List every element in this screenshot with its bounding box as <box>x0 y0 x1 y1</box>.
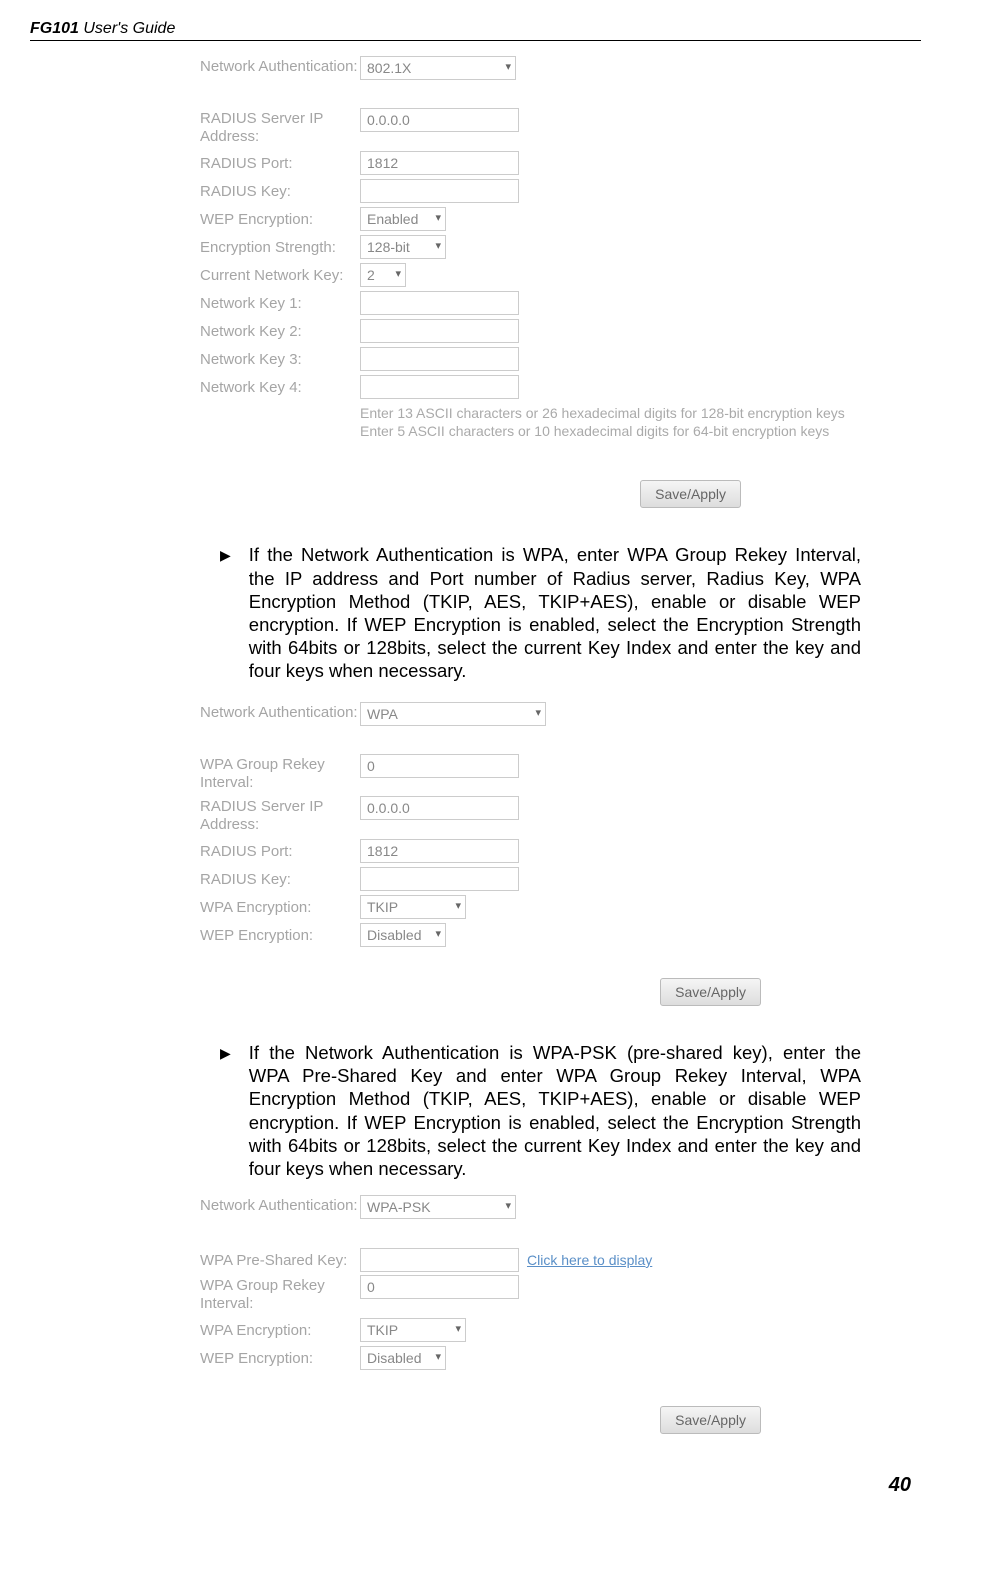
save-apply-button[interactable]: Save/Apply <box>640 480 741 508</box>
label-nk3: Network Key 3: <box>200 349 360 369</box>
label-current-key: Current Network Key: <box>200 265 360 285</box>
label-rekey: WPA Group Rekey Interval: <box>200 1275 360 1313</box>
doc-subtitle: User's Guide <box>79 20 175 37</box>
label-nk2: Network Key 2: <box>200 321 360 341</box>
input-nk1[interactable] <box>360 291 519 315</box>
hint-128bit: Enter 13 ASCII characters or 26 hexadeci… <box>360 404 921 422</box>
input-radius-key[interactable] <box>360 179 519 203</box>
select-netauth[interactable]: WPA <box>360 702 546 726</box>
label-netauth: Network Authentication: <box>200 56 360 76</box>
label-wpa-enc: WPA Encryption: <box>200 1320 360 1340</box>
label-radius-port: RADIUS Port: <box>200 841 360 861</box>
select-wep-enc[interactable]: Disabled <box>360 1346 446 1370</box>
select-wep-enc[interactable]: Disabled <box>360 923 446 947</box>
paragraph-wpa: ▶ If the Network Authentication is WPA, … <box>220 543 861 682</box>
select-netauth[interactable]: 802.1X <box>360 56 516 80</box>
select-enc-strength[interactable]: 128-bit <box>360 235 446 259</box>
label-netauth: Network Authentication: <box>200 702 360 722</box>
input-rekey[interactable]: 0 <box>360 1275 519 1299</box>
label-wep-enc: WEP Encryption: <box>200 925 360 945</box>
save-apply-button[interactable]: Save/Apply <box>660 978 761 1006</box>
form-wpa: Network Authentication: WPA WPA Group Re… <box>200 702 921 1006</box>
label-radius-port: RADIUS Port: <box>200 153 360 173</box>
input-radius-ip[interactable]: 0.0.0.0 <box>360 108 519 132</box>
input-nk3[interactable] <box>360 347 519 371</box>
select-current-key[interactable]: 2 <box>360 263 406 287</box>
label-psk: WPA Pre-Shared Key: <box>200 1250 360 1270</box>
form-wpa-psk: Network Authentication: WPA-PSK WPA Pre-… <box>200 1195 921 1434</box>
label-enc-strength: Encryption Strength: <box>200 237 360 257</box>
bullet-icon: ▶ <box>220 547 231 682</box>
input-nk4[interactable] <box>360 375 519 399</box>
label-netauth: Network Authentication: <box>200 1195 360 1215</box>
page-header: FG101 User's Guide <box>30 20 921 41</box>
select-wpa-enc[interactable]: TKIP <box>360 1318 466 1342</box>
label-radius-key: RADIUS Key: <box>200 181 360 201</box>
label-nk4: Network Key 4: <box>200 377 360 397</box>
page-number: 40 <box>30 1474 921 1497</box>
input-radius-port[interactable]: 1812 <box>360 839 519 863</box>
label-wep-enc: WEP Encryption: <box>200 1348 360 1368</box>
label-wpa-enc: WPA Encryption: <box>200 897 360 917</box>
label-radius-key: RADIUS Key: <box>200 869 360 889</box>
input-psk[interactable] <box>360 1248 519 1272</box>
input-radius-ip[interactable]: 0.0.0.0 <box>360 796 519 820</box>
label-nk1: Network Key 1: <box>200 293 360 313</box>
input-nk2[interactable] <box>360 319 519 343</box>
bullet-icon: ▶ <box>220 1045 231 1180</box>
paragraph-wpa-text: If the Network Authentication is WPA, en… <box>249 543 861 682</box>
hint-64bit: Enter 5 ASCII characters or 10 hexadecim… <box>360 422 921 440</box>
display-key-link[interactable]: Click here to display <box>527 1252 652 1268</box>
paragraph-wpa-psk: ▶ If the Network Authentication is WPA-P… <box>220 1041 861 1180</box>
label-radius-ip: RADIUS Server IP Address: <box>200 108 360 146</box>
form-8021x: Network Authentication: 802.1X RADIUS Se… <box>200 56 921 508</box>
select-netauth[interactable]: WPA-PSK <box>360 1195 516 1219</box>
input-radius-key[interactable] <box>360 867 519 891</box>
label-radius-ip: RADIUS Server IP Address: <box>200 796 360 834</box>
select-wep-enc[interactable]: Enabled <box>360 207 446 231</box>
input-radius-port[interactable]: 1812 <box>360 151 519 175</box>
label-wep-enc: WEP Encryption: <box>200 209 360 229</box>
input-rekey[interactable]: 0 <box>360 754 519 778</box>
label-rekey: WPA Group Rekey Interval: <box>200 754 360 792</box>
paragraph-wpa-psk-text: If the Network Authentication is WPA-PSK… <box>249 1041 861 1180</box>
select-wpa-enc[interactable]: TKIP <box>360 895 466 919</box>
doc-title: FG101 <box>30 20 79 37</box>
save-apply-button[interactable]: Save/Apply <box>660 1406 761 1434</box>
